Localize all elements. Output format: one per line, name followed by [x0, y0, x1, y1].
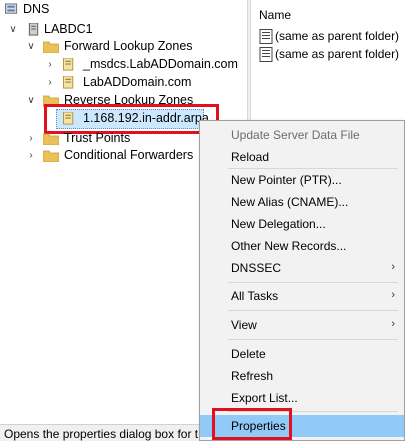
menu-item-label: Update Server Data File — [231, 128, 360, 142]
list-item[interactable]: (same as parent folder) — [259, 28, 404, 46]
menu-separator — [228, 310, 398, 311]
menu-item-view[interactable]: View › — [200, 314, 404, 336]
list-item-name: (same as parent folder) — [275, 29, 400, 43]
properties-callout — [212, 408, 292, 440]
column-header-name[interactable]: Name — [259, 8, 291, 22]
chevron-down-icon[interactable]: ∨ — [26, 94, 36, 108]
tree-label-conditional-forwarders: Conditional Forwarders — [64, 148, 194, 162]
tree-label-forward-zones: Forward Lookup Zones — [64, 39, 193, 53]
menu-item-label: Other New Records... — [231, 239, 347, 253]
chevron-right-icon[interactable]: › — [45, 76, 55, 90]
record-icon — [259, 29, 273, 44]
context-menu: Update Server Data File Reload New Point… — [199, 120, 405, 441]
record-icon — [259, 47, 273, 62]
dns-icon — [5, 3, 18, 14]
menu-item-label: New Pointer (PTR)... — [231, 173, 342, 187]
menu-item-dnssec[interactable]: DNSSEC › — [200, 257, 404, 279]
menu-item-new-pointer[interactable]: New Pointer (PTR)... — [200, 169, 404, 191]
submenu-arrow-icon: › — [391, 261, 395, 273]
chevron-right-icon[interactable]: › — [26, 149, 36, 163]
tree-node-zone-msdcs[interactable]: › _msdcs.LabADDomain.com — [0, 55, 240, 75]
menu-separator — [228, 282, 398, 283]
folder-icon — [43, 150, 59, 162]
menu-item-new-delegation[interactable]: New Delegation... — [200, 213, 404, 235]
menu-item-other-new-records[interactable]: Other New Records... — [200, 235, 404, 257]
menu-item-label: New Delegation... — [231, 217, 326, 231]
tree-label-zone-labaddomain: LabADDomain.com — [83, 75, 192, 89]
menu-item-reload[interactable]: Reload — [200, 146, 404, 168]
chevron-down-icon[interactable]: ∨ — [26, 40, 36, 54]
menu-item-new-alias[interactable]: New Alias (CNAME)... — [200, 191, 404, 213]
list-item-name: (same as parent folder) — [275, 47, 400, 61]
menu-item-export-list[interactable]: Export List... — [200, 387, 404, 409]
submenu-arrow-icon: › — [391, 289, 395, 301]
menu-item-label: Export List... — [231, 391, 298, 405]
list-item[interactable]: (same as parent folder) — [259, 46, 404, 64]
chevron-right-icon[interactable]: › — [26, 132, 36, 146]
server-icon — [28, 23, 39, 36]
zone-file-icon — [63, 76, 74, 89]
menu-item-label: View — [231, 318, 257, 332]
tree-node-zone-labaddomain[interactable]: › LabADDomain.com — [0, 73, 240, 93]
menu-item-label: Refresh — [231, 369, 274, 383]
folder-icon — [43, 41, 59, 53]
tree-label-zone-msdcs: _msdcs.LabADDomain.com — [83, 57, 238, 71]
zone-file-icon — [63, 58, 74, 71]
folder-icon — [43, 133, 59, 145]
status-text: Opens the properties dialog box for t — [4, 427, 199, 441]
menu-item-label: Reload — [231, 150, 270, 164]
tree-label-dns: DNS — [23, 2, 50, 16]
tree-node-dns[interactable]: DNS — [0, 0, 80, 20]
submenu-arrow-icon: › — [391, 318, 395, 330]
chevron-down-icon[interactable]: ∨ — [8, 23, 18, 37]
tree-node-conditional-forwarders[interactable]: › Conditional Forwarders — [0, 146, 200, 166]
tree-node-forward-zones[interactable]: ∨ Forward Lookup Zones — [0, 37, 230, 57]
menu-item-update-server-data-file[interactable]: Update Server Data File — [200, 124, 404, 146]
tree-label-server: LABDC1 — [44, 22, 93, 36]
menu-item-delete[interactable]: Delete — [200, 343, 404, 365]
menu-item-label: Delete — [231, 347, 266, 361]
menu-item-label: DNSSEC — [231, 261, 282, 275]
menu-separator — [228, 339, 398, 340]
chevron-right-icon[interactable]: › — [45, 58, 55, 72]
menu-item-refresh[interactable]: Refresh — [200, 365, 404, 387]
menu-item-label: All Tasks — [231, 289, 279, 303]
tree-label-trust-points: Trust Points — [64, 131, 131, 145]
menu-item-label: New Alias (CNAME)... — [231, 195, 349, 209]
menu-item-all-tasks[interactable]: All Tasks › — [200, 285, 404, 307]
